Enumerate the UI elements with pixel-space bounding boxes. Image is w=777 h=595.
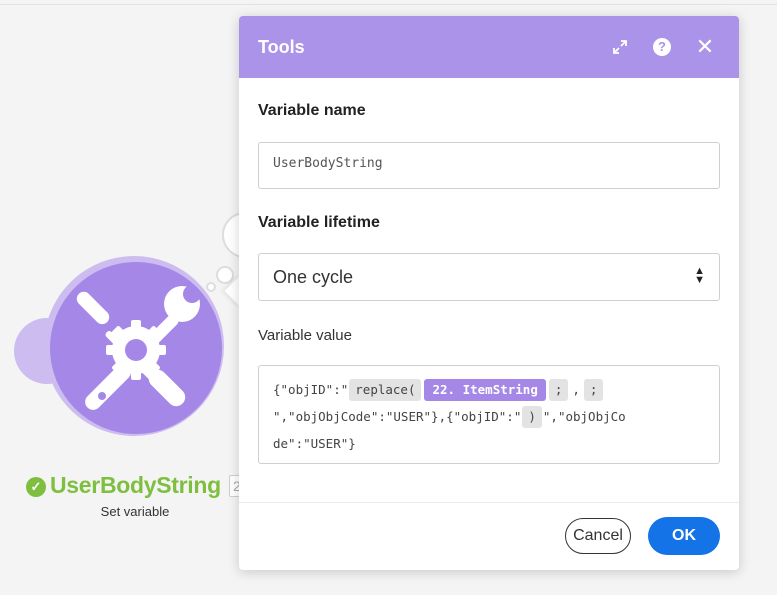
dialog-footer-divider [239, 502, 739, 503]
function-close-pill[interactable]: ) [522, 405, 542, 428]
dialog-header: Tools ? ✕ [239, 16, 739, 78]
variable-name-label: Variable name [258, 102, 366, 119]
ok-button[interactable]: OK [648, 517, 720, 555]
variable-value-editor[interactable]: {"objID":" replace( 22. ItemString ; , ;… [258, 365, 720, 464]
value-text: de":"USER"} [273, 436, 356, 451]
value-text: {"objID":" [273, 382, 349, 397]
select-arrows-icon: ▲ ▼ [694, 265, 705, 286]
tools-dialog: Tools ? ✕ Variable name UserBodyString V… [239, 16, 739, 570]
value-line-3: de":"USER"} [273, 430, 707, 457]
variable-name-input[interactable]: UserBodyString [258, 142, 720, 189]
separator-pill[interactable]: ; [548, 378, 569, 401]
success-check-icon: ✓ [26, 477, 46, 497]
value-text: ","objObjCode":"USER"},{"objID":" [273, 409, 522, 424]
separator-pill[interactable]: ; [583, 378, 604, 401]
module-title[interactable]: ✓ UserBodyString [26, 472, 221, 499]
variable-pill-itemstring[interactable]: 22. ItemString [424, 378, 546, 401]
close-icon[interactable]: ✕ [692, 34, 718, 60]
cancel-button[interactable]: Cancel [565, 518, 631, 554]
module-subtitle: Set variable [100, 504, 170, 519]
variable-lifetime-label: Variable lifetime [258, 214, 380, 231]
tools-icon [76, 285, 201, 410]
variable-value-label: Variable value [258, 327, 352, 344]
value-line-1: {"objID":" replace( 22. ItemString ; , ; [273, 376, 707, 403]
expand-icon[interactable] [607, 34, 633, 60]
dialog-title: Tools [258, 37, 305, 57]
value-line-2: ","objObjCode":"USER"},{"objID":" ) ","o… [273, 403, 707, 430]
set-variable-module[interactable] [50, 262, 222, 434]
help-icon[interactable]: ? [649, 34, 675, 60]
function-pill-replace[interactable]: replace( [349, 378, 422, 401]
variable-lifetime-value: One cycle [273, 267, 354, 287]
module-name-label: UserBodyString [50, 472, 221, 498]
value-text: ","objObjCo [542, 409, 626, 424]
variable-lifetime-select[interactable]: One cycle ▲ ▼ [258, 253, 720, 301]
value-text: , [572, 382, 580, 397]
